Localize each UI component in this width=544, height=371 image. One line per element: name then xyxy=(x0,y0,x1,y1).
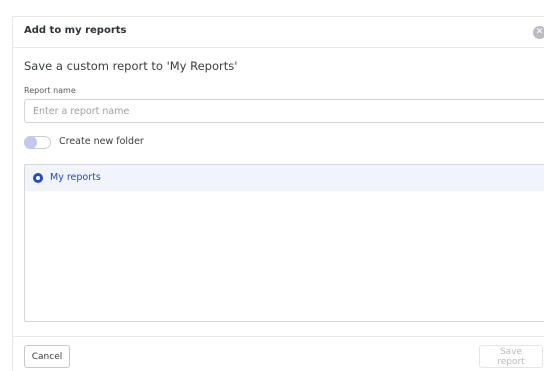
save-report-button[interactable]: Save report xyxy=(479,345,543,368)
dialog-header: Add to my reports ✕ xyxy=(13,17,544,48)
dialog-subtitle: Save a custom report to 'My Reports' xyxy=(24,59,238,73)
close-icon[interactable]: ✕ xyxy=(533,26,544,39)
create-folder-toggle[interactable] xyxy=(24,136,51,149)
footer-divider xyxy=(13,336,544,337)
folder-item-my-reports[interactable]: My reports xyxy=(25,165,544,191)
folder-item-label: My reports xyxy=(50,172,101,183)
dialog-title: Add to my reports xyxy=(24,25,127,36)
folder-list: My reports xyxy=(24,164,544,322)
report-name-input[interactable] xyxy=(24,99,544,123)
create-folder-label: Create new folder xyxy=(59,136,144,147)
radio-selected-icon[interactable] xyxy=(33,173,43,183)
toggle-knob xyxy=(24,136,37,149)
cancel-button[interactable]: Cancel xyxy=(24,345,70,368)
report-name-label: Report name xyxy=(24,86,76,95)
add-to-my-reports-dialog: Add to my reports ✕ Save a custom report… xyxy=(12,16,544,371)
